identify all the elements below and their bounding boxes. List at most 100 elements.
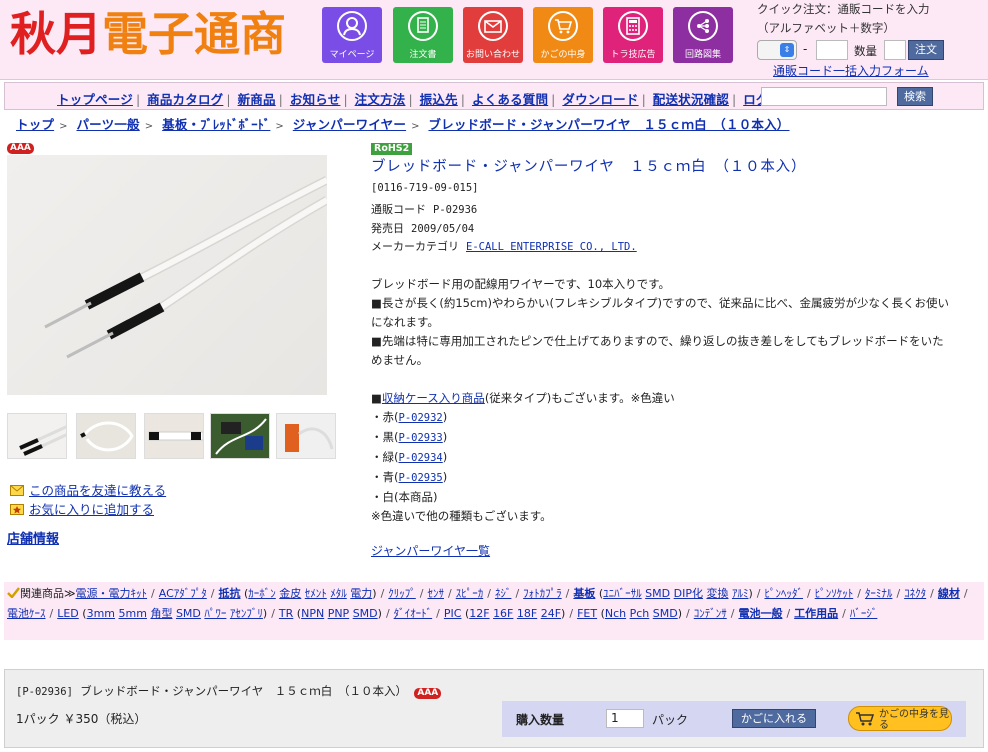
color-green-link[interactable]: P-02934 [399,452,443,464]
menu-bank-transfer[interactable]: 振込先 [420,92,458,107]
related-link[interactable]: 線材 [938,587,960,600]
related-link[interactable]: 電池一般 [738,607,782,620]
breadcrumb-top[interactable]: トップ [16,117,54,132]
thumbnail-4[interactable] [210,413,270,459]
color-blue-link[interactable]: P-02935 [399,472,443,484]
thumbnail-2[interactable] [76,413,136,459]
related-link[interactable]: ﾀｰﾐﾅﾙ [865,587,893,600]
jumper-wire-list-link[interactable]: ジャンパーワイヤ一覧 [371,542,490,559]
related-link[interactable]: 基板 [573,587,595,600]
menu-top-page[interactable]: トップページ [57,92,133,107]
menu-shipping-status[interactable]: 配送状況確認 [653,92,729,107]
add-favorite-link[interactable]: お気に入りに追加する [29,502,154,517]
thumbnail-1[interactable] [7,413,67,459]
related-link[interactable]: ｾﾒﾝﾄ [305,587,327,600]
quantity-block: 購入数量 1 パック かごに入れる かごの中身を見る [502,701,966,737]
breadcrumb-parts[interactable]: パーツ一般 [76,117,139,132]
nav-mypage-button[interactable]: マイページ [322,7,382,63]
related-link[interactable]: SMD [176,607,201,620]
nav-toragi-ad-label: トラ技広告 [610,50,656,60]
related-link[interactable]: 変換 [706,587,728,600]
related-link[interactable]: ｾﾝｻ [428,587,445,600]
related-link[interactable]: 電池ｹｰｽ [7,607,46,620]
menu-news[interactable]: お知らせ [290,92,341,107]
related-link[interactable]: NPN [301,607,324,620]
nav-cart-button[interactable]: かごの中身 [533,7,593,63]
related-link[interactable]: SMD [653,607,678,620]
site-search-input[interactable] [761,87,887,106]
related-link[interactable]: ﾊﾞｰｼﾞ [850,607,878,620]
related-link[interactable]: PNP [328,607,350,620]
related-link[interactable]: 12F [469,607,489,620]
color-black-link[interactable]: P-02933 [399,432,443,444]
related-link[interactable]: ｺﾈｸﾀ [904,587,926,600]
related-link[interactable]: ACｱﾀﾞﾌﾟﾀ [159,587,207,600]
bulk-order-form-link[interactable]: 通販コード一括入力フォーム [773,62,929,79]
related-link[interactable]: 金皮 [279,587,301,600]
menu-faq[interactable]: よくある質問 [472,92,548,107]
related-link[interactable]: ｸﾘｯﾌﾟ [388,587,416,600]
thumbnail-5[interactable] [276,413,336,459]
thumbnail-3[interactable] [144,413,204,459]
related-link[interactable]: ｶｰﾎﾞﾝ [248,587,276,600]
related-link[interactable]: ｺﾝﾃﾞﾝｻ [694,607,727,620]
related-link[interactable]: DIP化 [674,587,703,600]
related-link[interactable]: ﾈｼﾞ [495,587,512,600]
related-link[interactable]: 抵抗 [218,587,240,600]
breadcrumb-boards[interactable]: 基板・ﾌﾞﾚｯﾄﾞﾎﾞｰﾄﾞ [162,117,270,132]
code-number-input[interactable] [816,40,848,60]
nav-contact-button[interactable]: お問い合わせ [463,7,523,63]
related-link[interactable]: PIC [444,607,462,620]
maker-link[interactable]: E-CALL ENTERPRISE CO., LTD. [466,241,637,253]
product-main-image[interactable] [7,155,327,395]
related-link[interactable]: 電力 [350,587,372,600]
related-link[interactable]: Pch [630,607,650,620]
related-link[interactable]: 24F [541,607,561,620]
tell-friend-link[interactable]: この商品を友達に教える [29,483,166,498]
related-link[interactable]: ﾒﾀﾙ [330,587,347,600]
related-link[interactable]: ﾕﾆﾊﾞｰｻﾙ [603,587,642,600]
menu-catalog[interactable]: 商品カタログ [147,92,223,107]
related-link[interactable]: ﾌｫﾄｶﾌﾟﾗ [523,587,562,600]
purchase-qty-input[interactable]: 1 [606,709,644,728]
related-link[interactable]: ﾊﾟﾜｰ [204,607,226,620]
related-link[interactable]: ｽﾋﾟｰｶ [456,587,484,600]
related-link[interactable]: 角型 [150,607,172,620]
menu-how-to-order[interactable]: 注文方法 [355,92,406,107]
code-prefix-select[interactable]: ⇕ [757,40,797,60]
related-link[interactable]: Nch [605,607,626,620]
breadcrumb-jumper-wires[interactable]: ジャンパーワイヤー [293,117,406,132]
quantity-input[interactable] [884,40,906,60]
related-link[interactable]: 3mm [87,607,115,620]
nav-circuits-button[interactable]: 回路図集 [673,7,733,63]
related-link[interactable]: ﾀﾞｲｵｰﾄﾞ [394,607,433,620]
related-link[interactable]: ﾋﾟﾝﾍｯﾀﾞ [765,587,804,600]
related-link[interactable]: 18F [517,607,537,620]
site-search-button[interactable]: 検索 [897,87,933,106]
breadcrumb-current[interactable]: ブレッドボード・ジャンパーワイヤ １５ｃｍ白 （１０本入） [428,117,789,132]
related-link[interactable]: ｱﾙﾐ [732,587,749,600]
store-info-link[interactable]: 店舗情報 [7,528,59,547]
related-link[interactable]: FET [577,607,597,620]
menu-new-products[interactable]: 新商品 [238,92,276,107]
view-cart-button[interactable]: かごの中身を見る [848,706,952,731]
product-title: ブレッドボード・ジャンパーワイヤ １５ｃｍ白 （１０本入） [371,159,807,175]
site-logo[interactable]: 秋月電子通商 [10,4,286,64]
related-link[interactable]: 工作用品 [794,607,838,620]
related-link[interactable]: 5mm [119,607,147,620]
quick-order-button[interactable]: 注文 [908,40,944,60]
related-link[interactable]: TR [279,607,293,620]
nav-order-form-button[interactable]: 注文書 [393,7,453,63]
related-link[interactable]: ﾋﾟﾝｿｹｯﾄ [815,587,854,600]
menu-download[interactable]: ダウンロード [562,92,638,107]
case-product-link[interactable]: 収納ケース入り商品 [382,391,485,405]
nav-toragi-ad-button[interactable]: トラ技広告 [603,7,663,63]
related-link[interactable]: SMD [353,607,378,620]
related-link[interactable]: ｱｾﾝﾌﾞﾘ [230,607,263,620]
related-link[interactable]: LED [57,607,79,620]
related-link[interactable]: SMD [645,587,670,600]
related-link[interactable]: 16F [493,607,513,620]
related-link[interactable]: 電源・電力ｷｯﾄ [76,587,148,600]
add-to-cart-button[interactable]: かごに入れる [732,709,816,728]
color-red-link[interactable]: P-02932 [399,412,443,424]
